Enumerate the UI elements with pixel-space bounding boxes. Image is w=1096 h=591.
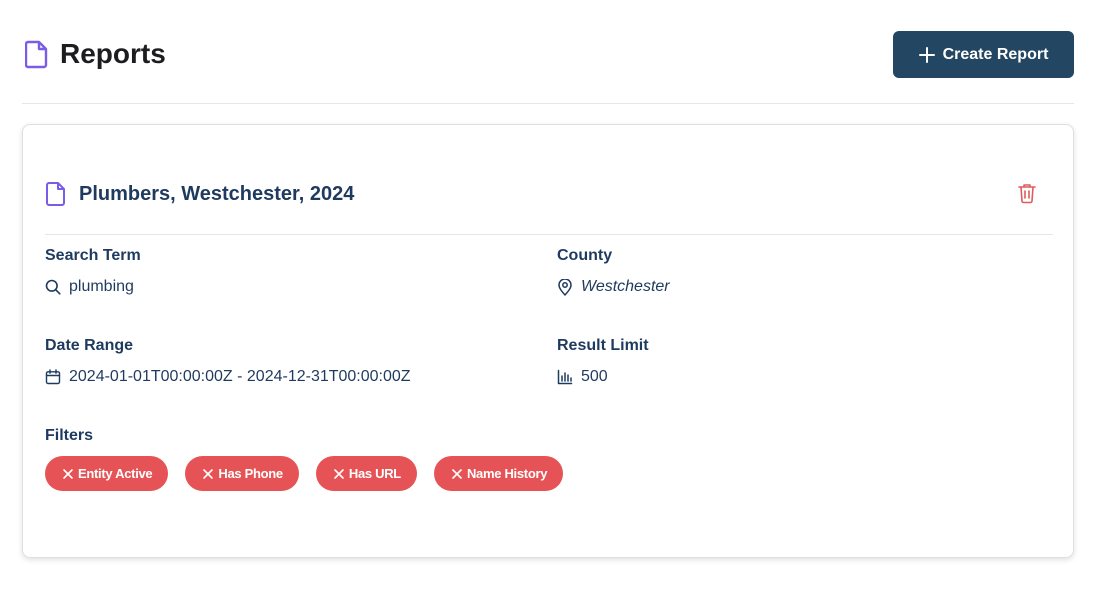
calendar-icon <box>45 369 61 385</box>
create-report-button[interactable]: Create Report <box>893 31 1074 78</box>
result-limit-value: 500 <box>557 367 608 387</box>
close-icon <box>63 468 73 479</box>
create-report-label: Create Report <box>942 45 1049 63</box>
search-term-label: Search Term <box>45 247 141 264</box>
date-range-value: 2024-01-01T00:00:00Z - 2024-12-31T00:00:… <box>45 367 411 387</box>
close-icon <box>334 468 344 479</box>
search-term-value: plumbing <box>45 277 134 297</box>
county-text: Westchester <box>581 278 670 295</box>
date-range-label: Date Range <box>45 337 134 354</box>
filter-chip[interactable]: Has Phone <box>185 456 299 491</box>
page-title: Reports <box>60 38 166 69</box>
close-icon <box>203 468 214 479</box>
filter-chip-label: Has Phone <box>218 466 283 481</box>
plus-icon <box>918 46 935 63</box>
filter-chip[interactable]: Has URL <box>315 456 417 491</box>
filters-label: Filters <box>45 427 94 444</box>
filter-chip-label: Entity Active <box>78 466 153 481</box>
result-limit-label: Result Limit <box>557 337 649 354</box>
trash-icon[interactable] <box>1017 182 1037 204</box>
bar-chart-icon <box>557 369 573 385</box>
result-limit-text: 500 <box>581 368 608 385</box>
filter-chip-label: Name History <box>466 466 548 481</box>
document-icon <box>46 182 65 206</box>
county-label: County <box>557 247 613 264</box>
date-range-text: 2024-01-01T00:00:00Z - 2024-12-31T00:00:… <box>69 368 411 385</box>
filter-chip-label: Has URL <box>348 466 401 481</box>
document-icon <box>25 40 48 69</box>
map-pin-icon <box>558 278 572 296</box>
card-divider <box>45 234 1053 235</box>
report-title: Plumbers, Westchester, 2024 <box>79 183 355 205</box>
filter-chip[interactable]: Entity Active <box>45 456 169 491</box>
filter-chip-list: Entity Active Has Phone Has URL Name His… <box>45 456 564 491</box>
page-header: Reports Create Report <box>22 30 1074 78</box>
search-icon <box>45 279 61 295</box>
report-card: Plumbers, Westchester, 2024 Search Term … <box>22 124 1074 558</box>
close-icon <box>452 468 462 479</box>
search-term-text: plumbing <box>69 278 134 295</box>
county-value: Westchester <box>557 277 670 297</box>
filter-chip[interactable]: Name History <box>433 456 564 491</box>
header-divider <box>22 103 1074 104</box>
